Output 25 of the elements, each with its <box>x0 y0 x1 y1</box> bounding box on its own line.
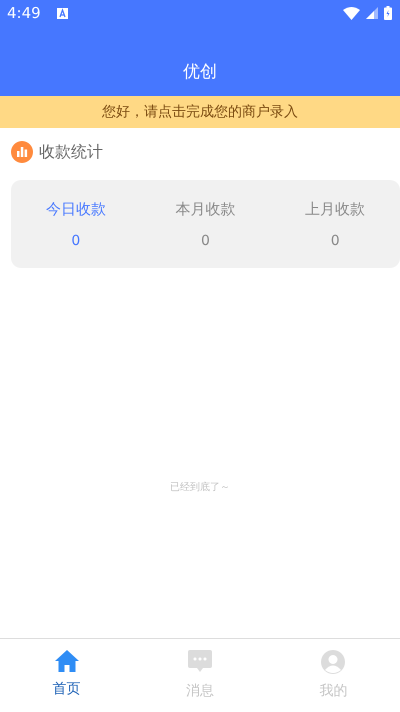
stat-value: 0 <box>330 232 340 248</box>
end-of-list-text: 已经到底了～ <box>170 480 230 494</box>
status-time: 4:49 <box>7 4 41 22</box>
stat-value: 0 <box>71 232 80 248</box>
chat-icon <box>188 650 212 674</box>
wifi-icon <box>343 6 360 20</box>
stat-label: 今日收款 <box>46 200 106 218</box>
stat-tab[interactable]: 本月收款 0 <box>140 180 270 268</box>
battery-icon <box>384 6 392 20</box>
home-icon <box>54 650 79 672</box>
user-icon <box>321 650 346 674</box>
stat-value: 0 <box>201 232 210 248</box>
tab-bar-item[interactable]: 我的 <box>266 639 400 712</box>
tab-bar-item[interactable]: 消息 <box>133 639 267 712</box>
page-title: 优创 <box>182 61 218 83</box>
stat-label: 本月收款 <box>176 200 236 218</box>
signal-icon <box>366 7 378 19</box>
stat-tab[interactable]: 今日收款 0 <box>11 180 141 268</box>
stat-tab[interactable]: 上月收款 0 <box>270 180 400 268</box>
notice-banner[interactable]: 您好，请点击完成您的商户录入 <box>0 96 400 128</box>
bar-chart-icon <box>11 141 33 163</box>
stat-label: 上月收款 <box>305 200 366 218</box>
tab-bar-item[interactable]: 首页 <box>0 639 134 712</box>
notification-icon <box>56 8 68 18</box>
section-title: 收款统计 <box>39 142 103 162</box>
